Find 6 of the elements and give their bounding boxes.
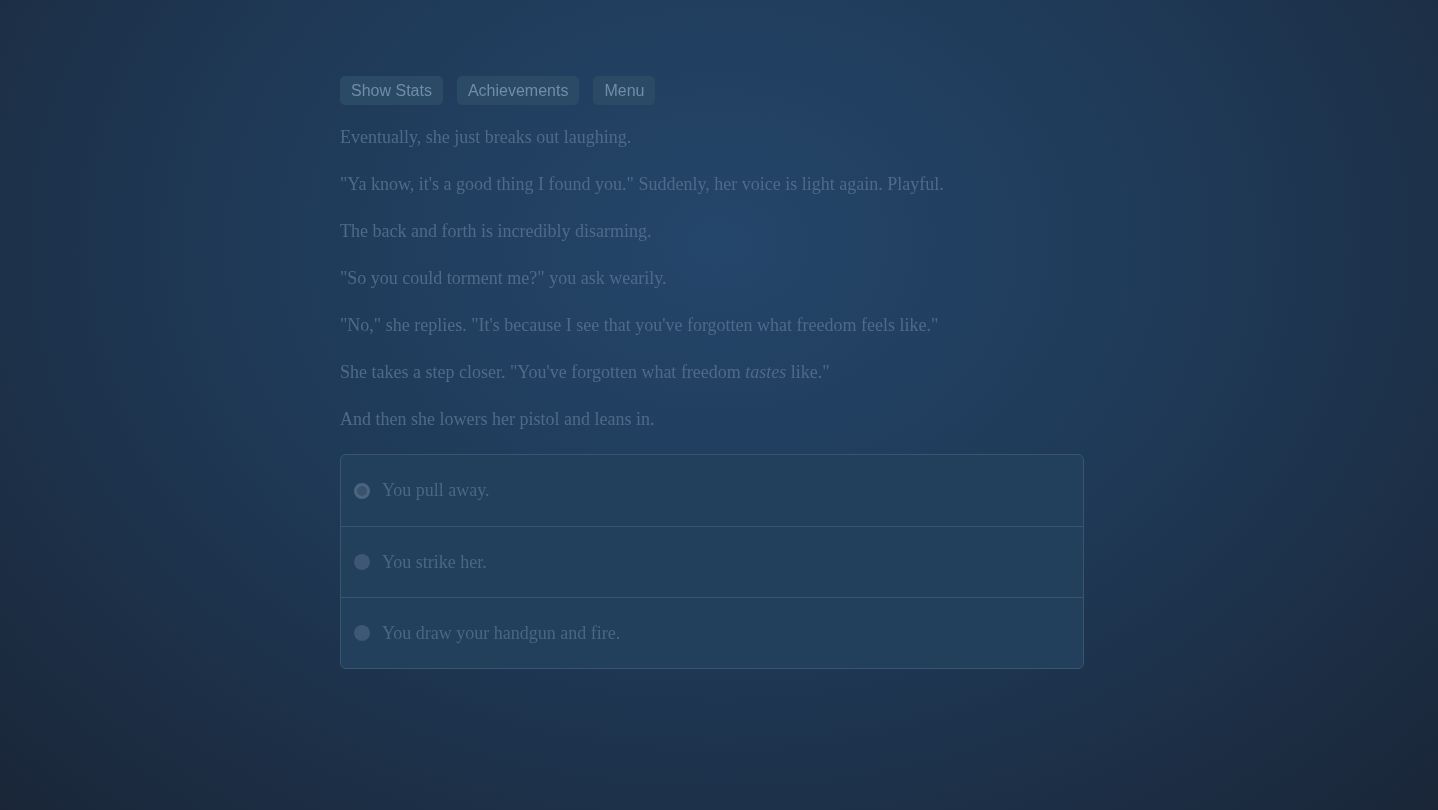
radio-button[interactable] <box>354 625 370 641</box>
toolbar-button[interactable]: Menu <box>593 76 656 105</box>
radio-button[interactable] <box>354 482 370 499</box>
toolbar-button[interactable]: Show Stats <box>340 76 443 105</box>
toolbar-button[interactable]: Achievements <box>456 76 580 105</box>
radio-button[interactable] <box>354 554 370 570</box>
